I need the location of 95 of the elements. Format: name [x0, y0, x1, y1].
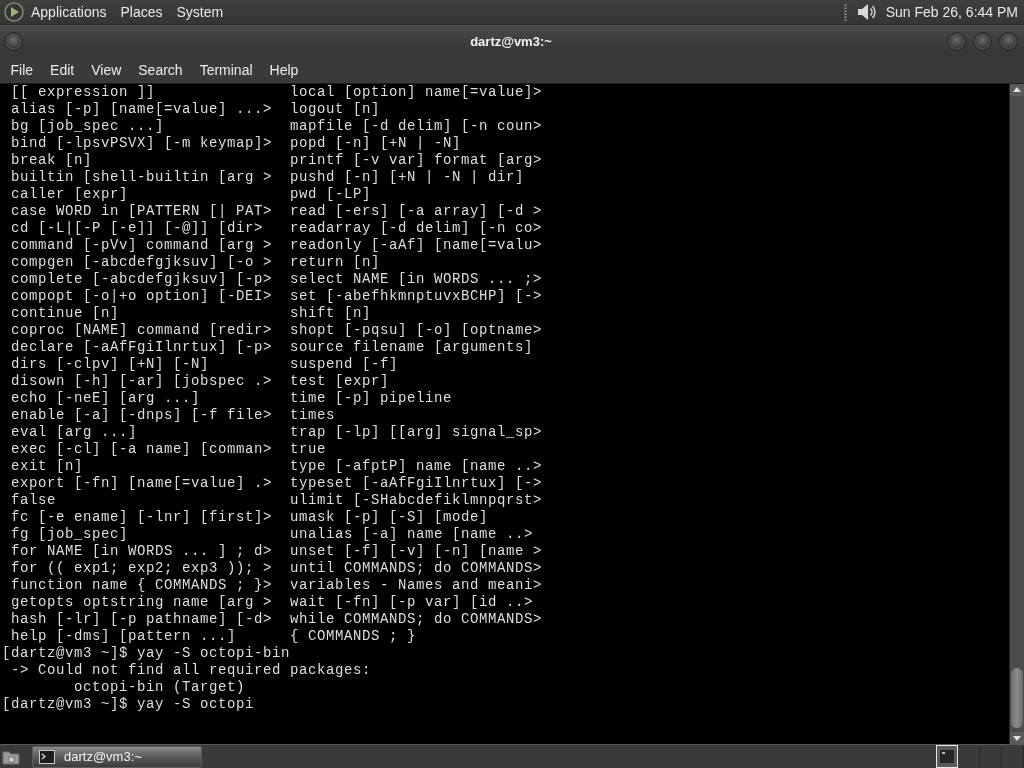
maximize-button[interactable]: [973, 31, 992, 51]
menu-item[interactable]: Terminal: [191, 57, 262, 82]
help-entry: builtin [shell-builtin [arg >: [11, 169, 274, 186]
help-entry: declare [-aAfFgiIlnrtux] [-p>: [11, 339, 274, 356]
drag-handle-icon[interactable]: [843, 3, 847, 21]
menu-item[interactable]: Help: [261, 57, 307, 82]
window-thumbnail-icon: [940, 750, 954, 763]
help-entry: shift [n]: [290, 305, 371, 322]
window-title: dartz@vm3:~: [470, 33, 552, 49]
panel-menu[interactable]: Applications: [24, 1, 114, 23]
panel-menu[interactable]: System: [169, 1, 231, 23]
help-entry: local [option] name[=value]>: [290, 84, 543, 101]
help-entry: cd [-L|[-P [-e]] [-@]] [dir>: [11, 220, 265, 237]
help-entry: printf [-v var] format [arg>: [290, 152, 543, 169]
help-entry: command [-pVv] command [arg >: [11, 237, 274, 254]
help-entry: variables - Names and meani>: [290, 577, 543, 594]
help-entry: function name { COMMANDS ; }>: [11, 577, 274, 594]
help-entry: case WORD in [PATTERN [| PAT>: [11, 203, 274, 220]
play-circle-icon[interactable]: [4, 2, 24, 22]
terminal-line: octopi-bin (Target): [74, 679, 246, 696]
help-entry: compopt [-o|+o option] [-DEI>: [11, 288, 274, 305]
help-entry: ulimit [-SHabcdefiklmnpqrst>: [290, 492, 543, 509]
folder-icon[interactable]: [2, 748, 20, 765]
help-entry: compgen [-abcdefgjksuv] [-o >: [11, 254, 274, 271]
help-entry: fg [job_spec]: [11, 526, 130, 543]
panel-menu[interactable]: Places: [113, 1, 170, 23]
help-entry: complete [-abcdefgjksuv] [-p>: [11, 271, 274, 288]
help-entry: time [-p] pipeline: [290, 390, 453, 407]
help-entry: dirs [-clpv] [+N] [-N]: [11, 356, 211, 373]
help-entry: break [n]: [11, 152, 93, 169]
help-entry: trap [-lp] [[arg] signal_sp>: [290, 424, 543, 441]
speaker-icon[interactable]: [856, 2, 877, 22]
help-entry: export [-fn] [name[=value] .>: [11, 475, 274, 492]
help-entry: suspend [-f]: [290, 356, 399, 373]
help-entry: read [-ers] [-a array] [-d >: [290, 203, 543, 220]
scroll-down-icon[interactable]: [1010, 732, 1024, 744]
help-entry: readarray [-d delim] [-n co>: [290, 220, 543, 237]
help-entry: enable [-a] [-dnps] [-f file>: [11, 407, 274, 424]
help-entry: shopt [-pqsu] [-o] [optname>: [290, 322, 543, 339]
help-entry: echo [-neE] [arg ...]: [11, 390, 202, 407]
terminal-line: [dartz@vm3 ~]$ yay -S octopi: [2, 696, 255, 713]
help-entry: type [-afptP] name [name ..>: [290, 458, 543, 475]
help-entry: exit [n]: [11, 458, 84, 475]
clock[interactable]: Sun Feb 26, 6:44 PM: [876, 4, 1018, 20]
help-entry: readonly [-aAf] [name[=valu>: [290, 237, 543, 254]
help-entry: set [-abefhkmnptuvxBCHP] [->: [290, 288, 543, 305]
menu-item[interactable]: Edit: [41, 57, 83, 82]
help-entry: for NAME [in WORDS ... ] ; d>: [11, 543, 274, 560]
help-entry: unalias [-a] name [name ..>: [290, 526, 534, 543]
help-entry: exec [-cl] [-a name] [comman>: [11, 441, 274, 458]
help-entry: continue [n]: [11, 305, 121, 322]
help-entry: caller [expr]: [11, 186, 130, 203]
help-entry: help [-dms] [pattern ...]: [11, 628, 238, 645]
help-entry: umask [-p] [-S] [mode]: [290, 509, 489, 526]
help-entry: bind [-lpsvPSVX] [-m keymap]>: [11, 135, 274, 152]
help-entry: typeset [-aAfFgiIlnrtux] [->: [290, 475, 543, 492]
help-entry: eval [arg ...]: [11, 424, 139, 441]
help-entry: source filename [arguments]: [290, 339, 534, 356]
help-entry: hash [-lr] [-p pathname] [-d>: [11, 611, 274, 628]
close-button[interactable]: [999, 31, 1018, 51]
terminal-line: [dartz@vm3 ~]$ yay -S octopi-bin: [2, 645, 291, 662]
help-entry: return [n]: [290, 254, 380, 271]
help-entry: false: [11, 492, 57, 509]
minimize-button[interactable]: [947, 31, 966, 51]
help-entry: alias [-p] [name[=value] ...>: [11, 101, 274, 118]
help-entry: for (( exp1; exp2; exp3 )); >: [11, 560, 274, 577]
scroll-up-icon[interactable]: [1010, 84, 1024, 96]
help-entry: bg [job_spec ...]: [11, 118, 166, 135]
help-entry: unset [-f] [-v] [-n] [name >: [290, 543, 543, 560]
help-entry: coproc [NAME] command [redir>: [11, 322, 274, 339]
help-entry: until COMMANDS; do COMMANDS>: [290, 560, 543, 577]
help-entry: disown [-h] [-ar] [jobspec .>: [11, 373, 274, 390]
taskbar-button[interactable]: dartz@vm3:~: [32, 745, 202, 768]
help-entry: wait [-fn] [-p var] [id ..>: [290, 594, 534, 611]
window-menu-button[interactable]: [4, 31, 23, 51]
help-entry: { COMMANDS ; }: [290, 628, 417, 645]
help-entry: times: [290, 407, 335, 424]
help-entry: popd [-n] [+N | -N]: [290, 135, 462, 152]
help-entry: test [expr]: [290, 373, 389, 390]
menu-item[interactable]: Search: [129, 57, 192, 82]
menu-item[interactable]: View: [82, 57, 130, 82]
help-entry: mapfile [-d delim] [-n coun>: [290, 118, 543, 135]
help-entry: [[ expression ]]: [11, 84, 157, 101]
help-entry: logout [n]: [290, 101, 380, 118]
terminal-line: -> Could not find all required packages:: [11, 662, 372, 679]
help-entry: true: [290, 441, 326, 458]
help-entry: select NAME [in WORDS ... ;>: [290, 271, 543, 288]
help-entry: pwd [-LP]: [290, 186, 371, 203]
help-entry: pushd [-n] [+N | -N | dir]: [290, 169, 525, 186]
help-entry: fc [-e ename] [-lnr] [first]>: [11, 509, 274, 526]
help-entry: getopts optstring name [arg >: [11, 594, 274, 611]
terminal-icon: [39, 749, 55, 764]
menu-item[interactable]: File: [2, 57, 42, 82]
scrollbar-thumb[interactable]: [1011, 668, 1023, 728]
help-entry: while COMMANDS; do COMMANDS>: [290, 611, 543, 628]
